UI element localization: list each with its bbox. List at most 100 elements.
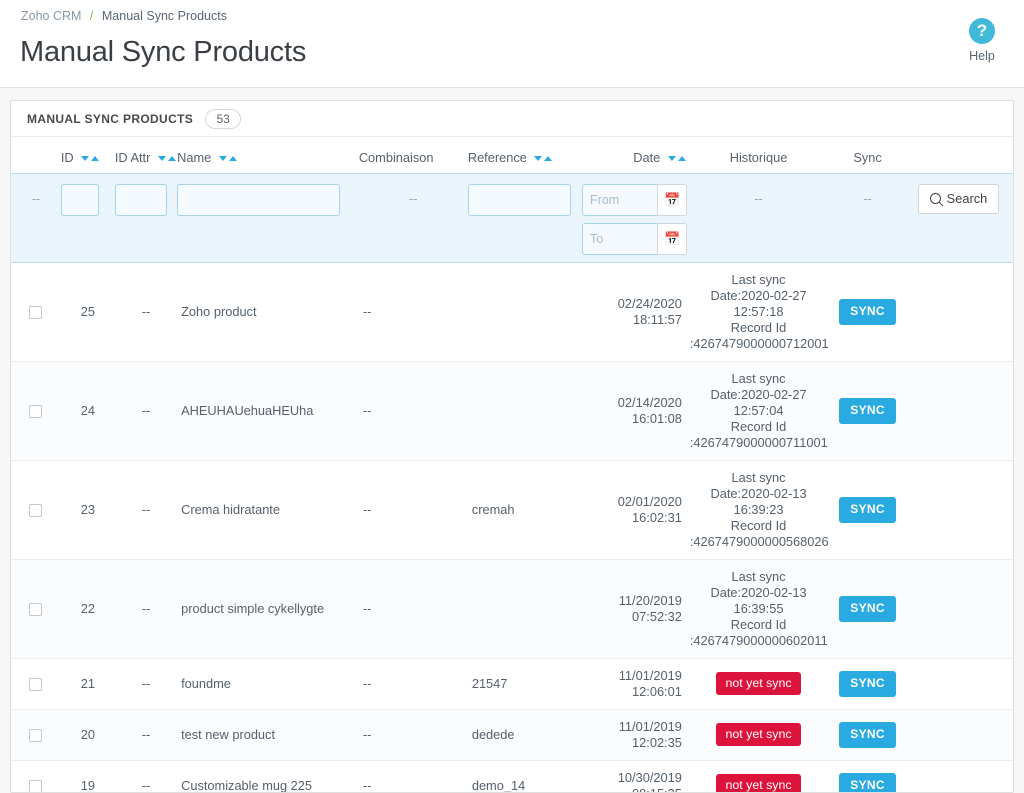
historique-line-4: :4267479000000602011 — [689, 632, 828, 648]
sort-controls-reference[interactable] — [534, 150, 553, 165]
filter-date-cell: 📅 📅 — [582, 172, 688, 263]
filter-id-attr-input[interactable] — [114, 183, 167, 216]
cell-name: AHEUHAUehuaHEUha — [181, 402, 314, 418]
sync-button[interactable]: SYNC — [839, 670, 896, 697]
cell-id-attr: -- — [141, 675, 151, 691]
sync-button[interactable]: SYNC — [839, 397, 896, 424]
sort-controls-name[interactable] — [218, 150, 237, 165]
sort-asc-icon[interactable] — [677, 156, 686, 162]
cell-combinaison: -- — [362, 675, 372, 691]
cell-date-day: 02/14/2020 — [617, 394, 682, 410]
cell-name: Crema hidratante — [181, 501, 280, 517]
cell-id: 20 — [80, 726, 95, 742]
sort-desc-icon[interactable] — [218, 156, 227, 162]
filter-reference-input[interactable] — [467, 183, 571, 216]
row-checkbox[interactable] — [29, 677, 43, 691]
sort-desc-icon[interactable] — [534, 156, 543, 162]
breadcrumb-root[interactable]: Zoho CRM — [21, 9, 81, 23]
cell-actions — [904, 658, 1013, 709]
sort-desc-icon[interactable] — [667, 156, 676, 162]
sort-controls-id-attr[interactable] — [157, 150, 176, 165]
sort-asc-icon[interactable] — [91, 156, 100, 162]
search-icon — [927, 190, 943, 207]
cell-sync: SYNC — [831, 760, 904, 792]
sync-button[interactable]: SYNC — [839, 298, 896, 325]
cell-actions — [904, 262, 1013, 361]
table-row[interactable]: 22 -- product simple cykellygte -- 11/20/201… — [11, 559, 1013, 658]
cell-id: 22 — [80, 600, 95, 616]
breadcrumb-separator: / — [89, 9, 94, 23]
cell-id-attr: -- — [141, 726, 151, 742]
sort-desc-icon[interactable] — [81, 156, 90, 162]
sync-button[interactable]: SYNC — [839, 496, 896, 523]
calendar-icon-from[interactable]: 📅 — [657, 183, 688, 216]
sort-controls-date[interactable] — [667, 150, 686, 165]
sort-controls-id[interactable] — [81, 150, 100, 165]
table-scroll-region[interactable]: ID ID Attr Name Combinaison Reference Da… — [11, 137, 1013, 792]
cell-date-time: 16:01:08 — [632, 410, 682, 426]
header-label-row: ID ID Attr Name Combinaison Reference Da… — [11, 137, 1013, 173]
cell-date-time: 12:02:35 — [632, 734, 682, 750]
cell-combinaison: -- — [362, 726, 372, 742]
filter-checkbox-cell: -- — [11, 172, 61, 263]
cell-name: product simple cykellygte — [181, 600, 325, 616]
calendar-icon-to[interactable]: 📅 — [657, 222, 688, 255]
row-checkbox-cell — [11, 460, 61, 559]
sync-button[interactable]: SYNC — [839, 595, 896, 622]
table-row[interactable]: 19 -- Customizable mug 225 -- demo_14 10/30/2… — [11, 760, 1013, 792]
table-row[interactable]: 25 -- Zoho product -- 02/24/2020 18:11:57 Last… — [11, 262, 1013, 361]
historique-line-4: :4267479000000568026 — [689, 533, 829, 549]
cell-date: 11/20/2019 07:52:32 — [582, 559, 686, 658]
row-checkbox[interactable] — [29, 602, 43, 616]
header-actions — [904, 137, 1013, 173]
row-checkbox[interactable] — [29, 305, 43, 319]
sync-button[interactable]: SYNC — [839, 721, 896, 748]
cell-date-day: 11/01/2019 — [618, 667, 682, 683]
filter-id-input[interactable] — [60, 183, 99, 216]
filter-historique-dash: -- — [754, 191, 763, 206]
breadcrumb: Zoho CRM / Manual Sync Products — [20, 8, 1004, 24]
filter-date-to-input[interactable] — [582, 222, 658, 255]
cell-historique: Last sync Date:2020-02-27 12:57:04 Record … — [686, 361, 831, 460]
table-row[interactable]: 21 -- foundme -- 21547 11/01/2019 12:06:01 not … — [11, 658, 1013, 709]
cell-sync: SYNC — [831, 262, 904, 361]
table-row[interactable]: 23 -- Crema hidratante -- cremah 02/01/2020 16… — [11, 460, 1013, 559]
row-checkbox[interactable] — [29, 503, 43, 517]
cell-date-time: 18:11:57 — [632, 311, 682, 327]
header-id-label: ID — [60, 150, 74, 166]
help-block[interactable]: ? Help — [954, 18, 1010, 63]
filter-name-cell — [177, 172, 359, 263]
sync-button[interactable]: SYNC — [839, 772, 896, 792]
cell-sync: SYNC — [831, 460, 904, 559]
page-header: Zoho CRM / Manual Sync Products Manual S… — [0, 0, 1024, 88]
table-row[interactable]: 24 -- AHEUHAUehuaHEUha -- 02/14/2020 16:01:08… — [11, 361, 1013, 460]
cell-reference: demo_14 — [471, 777, 526, 793]
row-checkbox[interactable] — [29, 779, 43, 792]
sort-asc-icon[interactable] — [544, 156, 553, 162]
panel-heading: MANUAL SYNC PRODUCTS 53 — [11, 101, 1013, 137]
status-badge-not-yet-sync: not yet sync — [716, 672, 801, 695]
cell-historique: not yet sync — [686, 709, 831, 760]
search-button[interactable]: Search — [917, 183, 1000, 214]
cell-reference: dedede — [471, 726, 515, 742]
cell-combinaison: -- — [362, 600, 372, 616]
sort-desc-icon[interactable] — [157, 156, 166, 162]
filter-name-input[interactable] — [177, 183, 341, 216]
page-title: Manual Sync Products — [20, 36, 307, 68]
cell-sync: SYNC — [831, 559, 904, 658]
historique-line-3: Record Id — [730, 616, 787, 632]
sort-asc-icon[interactable] — [228, 156, 237, 162]
sort-asc-icon[interactable] — [167, 156, 176, 162]
row-checkbox[interactable] — [29, 404, 43, 418]
cell-id-attr: -- — [141, 501, 151, 517]
row-checkbox[interactable] — [29, 728, 43, 742]
cell-date-day: 10/30/2019 — [617, 769, 682, 785]
cell-id: 21 — [80, 675, 95, 691]
header-date: Date — [582, 137, 686, 173]
cell-date-time: 12:06:01 — [632, 683, 682, 699]
help-circle-icon[interactable]: ? — [969, 18, 995, 44]
cell-date: 02/14/2020 16:01:08 — [582, 361, 686, 460]
header-name: Name — [177, 137, 359, 173]
table-row[interactable]: 20 -- test new product -- dedede 11/01/2019 12… — [11, 709, 1013, 760]
filter-date-from-input[interactable] — [582, 183, 658, 216]
